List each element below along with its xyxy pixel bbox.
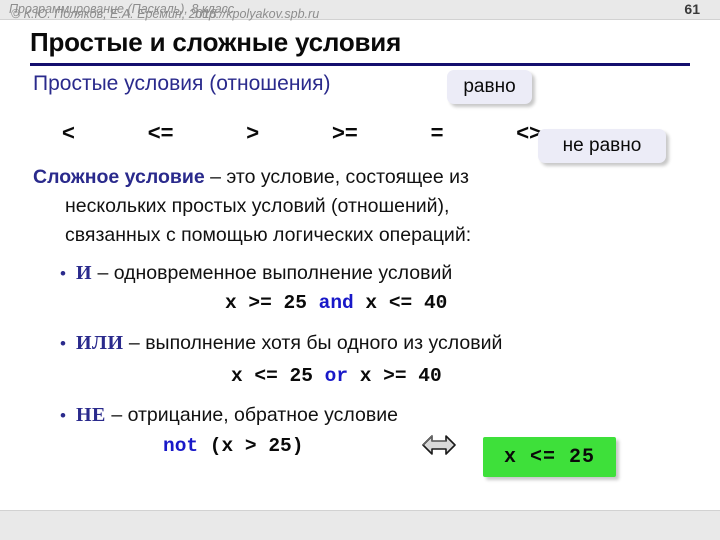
bullet-keyword-or: ИЛИ [76, 332, 124, 354]
bullet-item-and: • И – одновременное выполнение условий [60, 262, 452, 285]
bullet-item-or: • ИЛИ – выполнение хотя бы одного из усло… [60, 332, 502, 355]
operator-gte: >= [332, 120, 358, 145]
operator-lt: < [62, 120, 75, 145]
code-and-suffix: x <= 40 [353, 292, 448, 314]
footer-url[interactable]: http://kpolyakov.spb.ru [195, 7, 319, 21]
code-or-operator: or [324, 365, 349, 387]
footer-copyright: © К.Ю. Поляков, Е.А. Ерёмин, 2018 [11, 7, 217, 21]
bullet-dot-icon: • [60, 406, 66, 425]
bullet-dot-icon: • [60, 264, 66, 283]
equivalence-result-box: x <= 25 [483, 437, 616, 477]
complex-condition-line2: нескольких простых условий (отношений), [65, 195, 450, 217]
simple-conditions-heading: Простые условия (отношения) [33, 72, 331, 95]
callout-equal-label: равно [463, 76, 516, 97]
complex-condition-line3: связанных с помощью логических операций: [65, 224, 472, 246]
complex-condition-term: Сложное условие [33, 166, 205, 188]
code-not-suffix: (x > 25) [198, 435, 304, 457]
double-headed-arrow-icon [422, 434, 456, 455]
code-and-operator: and [318, 292, 354, 314]
callout-not-equal: не равно [538, 129, 666, 163]
bullet-item-not: • НЕ – отрицание, обратное условие [60, 404, 398, 427]
operator-lte: <= [147, 120, 174, 145]
bullet-desc-and: – одновременное выполнение условий [92, 262, 453, 284]
code-not-operator: not [163, 435, 199, 457]
slide-footer-bar [0, 510, 720, 540]
slide-content: Простые условия (отношения) < <= > >= = … [0, 0, 720, 540]
operators-row: < <= > >= = <> [62, 120, 542, 146]
callout-equal: равно [447, 70, 532, 104]
code-example-or: x <= 25 or x >= 40 [231, 365, 442, 387]
bullet-keyword-and: И [76, 262, 93, 284]
bullet-keyword-not: НЕ [76, 404, 106, 426]
code-or-suffix: x >= 40 [348, 365, 442, 387]
complex-condition-line1: – это условие, состоящее из [204, 166, 469, 188]
operator-gt: > [246, 120, 260, 145]
code-or-prefix: x <= 25 [231, 365, 325, 387]
bullet-desc-not: – отрицание, обратное условие [105, 404, 398, 426]
operator-eq: = [430, 120, 444, 145]
bullet-dot-icon: • [60, 334, 66, 353]
code-and-prefix: x >= 25 [225, 292, 319, 314]
bullet-desc-or: – выполнение хотя бы одного из условий [123, 332, 503, 354]
complex-condition-definition: Сложное условие – это условие, состоящее… [33, 163, 633, 250]
callout-not-equal-label: не равно [562, 135, 642, 156]
code-example-and: x >= 25 and x <= 40 [225, 292, 447, 314]
code-example-not: not (x > 25) [163, 435, 303, 457]
equivalence-result-label: x <= 25 [503, 445, 595, 469]
